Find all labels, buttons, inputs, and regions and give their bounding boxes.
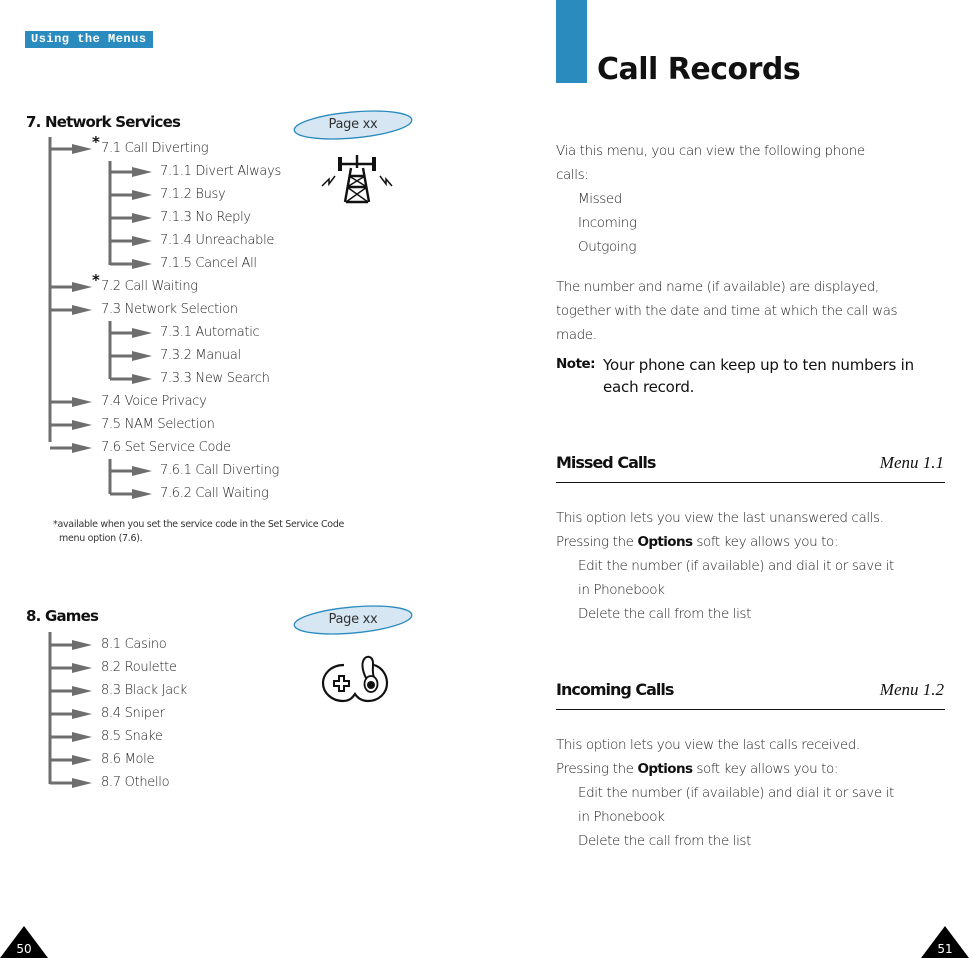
- info-line-2: together with the date and time at which…: [556, 303, 898, 319]
- tree-connector-arrowhead: [72, 640, 92, 650]
- intro-paragraph: Via this menu, you can view the followin…: [556, 139, 865, 259]
- tree-connector-arrowhead: [72, 732, 92, 742]
- page-title: Call Records: [597, 52, 801, 87]
- section-divider: [556, 709, 945, 710]
- page-number-right: 51: [921, 926, 969, 958]
- options-suffix: soft key allows you to:: [692, 534, 839, 550]
- incoming-bullet-1-line-2: in Phonebook: [578, 809, 665, 825]
- menu-item[interactable]: 8.5 Snake: [101, 729, 163, 745]
- page-number-text: 51: [937, 942, 953, 956]
- tree-connector-arrowhead: [72, 709, 92, 719]
- menu-item[interactable]: 8.2 Roulette: [101, 660, 177, 676]
- incoming-calls-body: This option lets you view the last calls…: [556, 733, 894, 853]
- note-text: Your phone can keep up to ten numbers in…: [603, 354, 914, 398]
- note-label: Note:: [556, 356, 596, 372]
- note-line-2: each record.: [603, 378, 695, 396]
- intro-line-2: calls:: [556, 167, 589, 183]
- tree-connector-arrowhead: [72, 755, 92, 765]
- missed-calls-menu-number: Menu 1.1: [879, 453, 944, 472]
- tree-connector-arrowhead: [72, 686, 92, 696]
- missed-bullet-1-line-2: in Phonebook: [578, 582, 665, 598]
- incoming-options-line: Pressing the Options soft key allows you…: [556, 757, 894, 781]
- menu-item[interactable]: 8.6 Mole: [101, 752, 154, 768]
- missed-calls-heading: Missed Calls: [556, 453, 656, 472]
- missed-desc: This option lets you view the last unans…: [556, 510, 884, 526]
- options-softkey: Options: [637, 534, 693, 550]
- options-softkey: Options: [637, 761, 693, 777]
- incoming-bullet-1-line-1: Edit the number (if available) and dial …: [578, 785, 894, 801]
- menu-item[interactable]: 8.1 Casino: [101, 637, 167, 653]
- options-prefix: Pressing the: [556, 534, 638, 550]
- missed-bullet-2: Delete the call from the list: [578, 606, 751, 622]
- menu-item[interactable]: 8.4 Sniper: [101, 706, 165, 722]
- missed-options-line: Pressing the Options soft key allows you…: [556, 530, 894, 554]
- options-prefix: Pressing the: [556, 761, 638, 777]
- options-suffix: soft key allows you to:: [692, 761, 839, 777]
- missed-bullet-1-line-1: Edit the number (if available) and dial …: [578, 558, 894, 574]
- incoming-calls-heading: Incoming Calls: [556, 680, 674, 699]
- missed-calls-body: This option lets you view the last unans…: [556, 506, 894, 626]
- note-line-1: Your phone can keep up to ten numbers in: [603, 356, 914, 374]
- call-type-incoming: Incoming: [578, 215, 637, 231]
- menu-item[interactable]: 8.7 Othello: [101, 775, 170, 791]
- call-type-outgoing: Outgoing: [578, 239, 637, 255]
- info-paragraph: The number and name (if available) are d…: [556, 275, 898, 347]
- tree-connector-arrowhead: [72, 778, 92, 788]
- title-accent-bar: [556, 0, 587, 83]
- info-line-3: made.: [556, 327, 597, 343]
- call-type-missed: Missed: [578, 191, 622, 207]
- section-divider: [556, 482, 945, 483]
- incoming-bullet-2: Delete the call from the list: [578, 833, 751, 849]
- tree-connector-arrowhead: [72, 663, 92, 673]
- menu-item[interactable]: 8.3 Black Jack: [101, 683, 187, 699]
- intro-line-1: Via this menu, you can view the followin…: [556, 143, 865, 159]
- page-number-left: 50: [0, 926, 48, 958]
- page-number-text: 50: [16, 942, 32, 956]
- info-line-1: The number and name (if available) are d…: [556, 279, 879, 295]
- incoming-desc: This option lets you view the last calls…: [556, 737, 860, 753]
- games-tree-lines: [48, 632, 92, 788]
- incoming-calls-menu-number: Menu 1.2: [879, 680, 944, 699]
